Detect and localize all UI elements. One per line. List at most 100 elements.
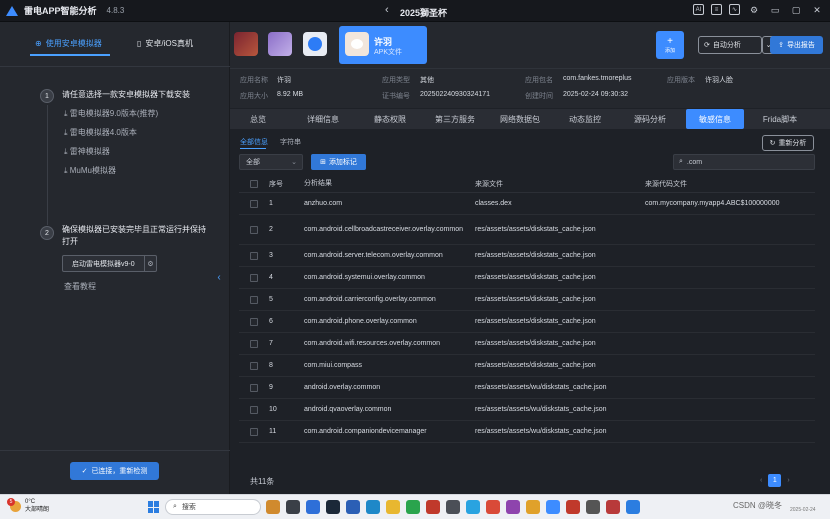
download-link-leidian4[interactable]: ⤓ 雷电模拟器4.0版本 — [64, 127, 137, 138]
subtab-all-info[interactable]: 全部信息 — [240, 137, 268, 147]
row-result: com.miui.compass — [304, 361, 362, 369]
tab-network-packets[interactable]: 网络数据包 — [495, 109, 545, 129]
app-thumbnail-2[interactable] — [268, 32, 292, 56]
table-row[interactable]: 5 com.android.carrierconfig.overlay.commo… — [239, 289, 815, 311]
add-app-button[interactable]: + 添加 — [656, 31, 684, 59]
table-row[interactable]: 11 com.android.companiondevicemanager res/… — [239, 421, 815, 443]
selected-app-card[interactable]: 许羽 APK文件 — [339, 26, 427, 64]
row-checkbox[interactable] — [250, 199, 258, 208]
tab-dynamic-monitor[interactable]: 动态监控 — [560, 109, 610, 129]
row-checkbox[interactable] — [250, 405, 258, 414]
row-checkbox[interactable] — [250, 225, 258, 234]
app-thumbnail-3[interactable] — [303, 32, 327, 56]
download-link-leishen[interactable]: ⤓ 雷神模拟器 — [64, 146, 110, 157]
auto-analyze-button[interactable]: ⟳ 自动分析 ⌄ — [698, 36, 775, 54]
app-icon[interactable] — [306, 500, 320, 514]
weather-widget[interactable]: 5 0°C 大部晴朗 — [7, 498, 49, 514]
close-icon[interactable]: ✕ — [810, 3, 824, 17]
prev-page-icon[interactable]: ‹ — [760, 477, 762, 484]
chrome-icon[interactable] — [526, 500, 540, 514]
info-key: 证书编号 — [382, 93, 410, 100]
info-value: 许羽人脸 — [705, 77, 733, 84]
row-checkbox[interactable] — [250, 295, 258, 304]
refresh-icon: ↻ — [769, 140, 776, 147]
table-row[interactable]: 1 anzhuo.com classes.dex com.mycompany.myap… — [239, 193, 815, 215]
results-table: 序号 分析结果 来源文件 来源代码文件 1 anzhuo.com classes.d… — [239, 175, 815, 443]
row-result: android.qvaoverlay.common — [304, 405, 392, 413]
row-checkbox[interactable] — [250, 317, 258, 326]
app-icon[interactable] — [346, 500, 360, 514]
row-checkbox[interactable] — [250, 273, 258, 282]
table-row[interactable]: 6 com.android.phone.overlay.common res/ass… — [239, 311, 815, 333]
app-icon[interactable] — [266, 500, 280, 514]
app-icon[interactable] — [486, 500, 500, 514]
terminal-icon[interactable] — [446, 500, 460, 514]
tab-details[interactable]: 详细信息 — [298, 109, 348, 129]
tab-third-party[interactable]: 第三方服务 — [430, 109, 480, 129]
row-index: 6 — [269, 318, 273, 325]
steam-icon[interactable] — [326, 500, 340, 514]
download-link-mumu[interactable]: ⤓ MuMu模拟器 — [64, 165, 116, 176]
row-checkbox[interactable] — [250, 251, 258, 260]
reconnect-button[interactable]: ✓ 已连接，重新检测 — [70, 462, 159, 480]
page-number[interactable]: 1 — [768, 474, 782, 487]
chart-icon[interactable]: ∿ — [729, 4, 740, 15]
app-thumbnail-1[interactable] — [234, 32, 258, 56]
leidian-app-icon[interactable] — [546, 500, 560, 514]
tab-real-device[interactable]: ▯ 安卓/iOS真机 — [137, 38, 193, 49]
filter-select[interactable]: 全部 ⌄ — [239, 154, 303, 170]
next-page-icon[interactable]: › — [787, 477, 789, 484]
taskbar-search[interactable]: ⌕ 搜索 — [165, 499, 261, 515]
document-icon[interactable]: ≡ — [711, 4, 722, 15]
view-tutorial-link[interactable]: 查看教程 — [64, 281, 96, 292]
tab-static-permissions[interactable]: 静态权限 — [365, 109, 415, 129]
ai-icon[interactable]: AI — [693, 4, 704, 15]
row-checkbox[interactable] — [250, 383, 258, 392]
rescan-button[interactable]: ↻ 重新分析 — [762, 135, 814, 151]
table-row[interactable]: 7 com.android.wifi.resources.overlay.comm… — [239, 333, 815, 355]
app-icon[interactable] — [286, 500, 300, 514]
app-icon[interactable] — [626, 500, 640, 514]
row-index: 4 — [269, 274, 273, 281]
tab-sensitive-info[interactable]: 敏感信息 — [686, 109, 744, 129]
wechat-icon[interactable] — [406, 500, 420, 514]
maximize-icon[interactable]: ▢ — [789, 3, 803, 17]
select-all-checkbox[interactable] — [250, 179, 258, 188]
subtab-strings[interactable]: 字符串 — [280, 137, 301, 147]
app-icon[interactable] — [506, 500, 520, 514]
row-checkbox[interactable] — [250, 361, 258, 370]
settings-gear-icon[interactable]: ⚙ — [747, 3, 761, 17]
minimize-icon[interactable]: ▭ — [768, 3, 782, 17]
folder-icon[interactable] — [386, 500, 400, 514]
row-index: 9 — [269, 384, 273, 391]
table-row[interactable]: 3 com.android.server.telecom.overlay.comm… — [239, 245, 815, 267]
export-report-button[interactable]: ⇪ 导出报告 — [770, 36, 823, 54]
table-row[interactable]: 9 android.overlay.common res/assets/assets… — [239, 377, 815, 399]
app-icon[interactable] — [586, 500, 600, 514]
back-chevron-icon[interactable]: ‹ — [385, 4, 389, 16]
tab-frida-script[interactable]: Frida脚本 — [755, 109, 805, 129]
row-checkbox[interactable] — [250, 339, 258, 348]
search-input[interactable] — [686, 158, 807, 166]
app-icon[interactable] — [426, 500, 440, 514]
table-row[interactable]: 4 com.android.systemui.overlay.common res/… — [239, 267, 815, 289]
wps-icon[interactable] — [566, 500, 580, 514]
download-link-leidian9[interactable]: ⤓ 雷电模拟器9.0版本(推荐) — [64, 108, 158, 119]
app-icon[interactable] — [606, 500, 620, 514]
tab-source-analysis[interactable]: 源码分析 — [625, 109, 675, 129]
row-result: com.android.carrierconfig.overlay.common — [304, 295, 436, 303]
collapse-panel-chevron-icon[interactable]: ‹ — [212, 262, 226, 292]
table-row[interactable]: 10 android.qvaoverlay.common res/assets/as… — [239, 399, 815, 421]
windows-start-icon[interactable] — [148, 501, 160, 513]
row-checkbox[interactable] — [250, 427, 258, 436]
qq-icon[interactable] — [466, 500, 480, 514]
edge-icon[interactable] — [366, 500, 380, 514]
table-row[interactable]: 8 com.miui.compass res/assets/assets/disks… — [239, 355, 815, 377]
add-mark-button[interactable]: ⊞ 添加标记 — [311, 154, 366, 170]
tab-overview[interactable]: 总览 — [238, 109, 278, 129]
launch-emulator-select[interactable]: 启动雷电模拟器v9-0 ⚙ — [62, 255, 157, 272]
search-icon: ⌕ — [173, 503, 177, 510]
tab-android-emulator[interactable]: ⊕ 使用安卓模拟器 — [35, 38, 102, 49]
table-row[interactable]: 2 com.android.cellbroadcastreceiver.overl… — [239, 215, 815, 245]
launch-settings-icon[interactable]: ⚙ — [144, 256, 156, 271]
